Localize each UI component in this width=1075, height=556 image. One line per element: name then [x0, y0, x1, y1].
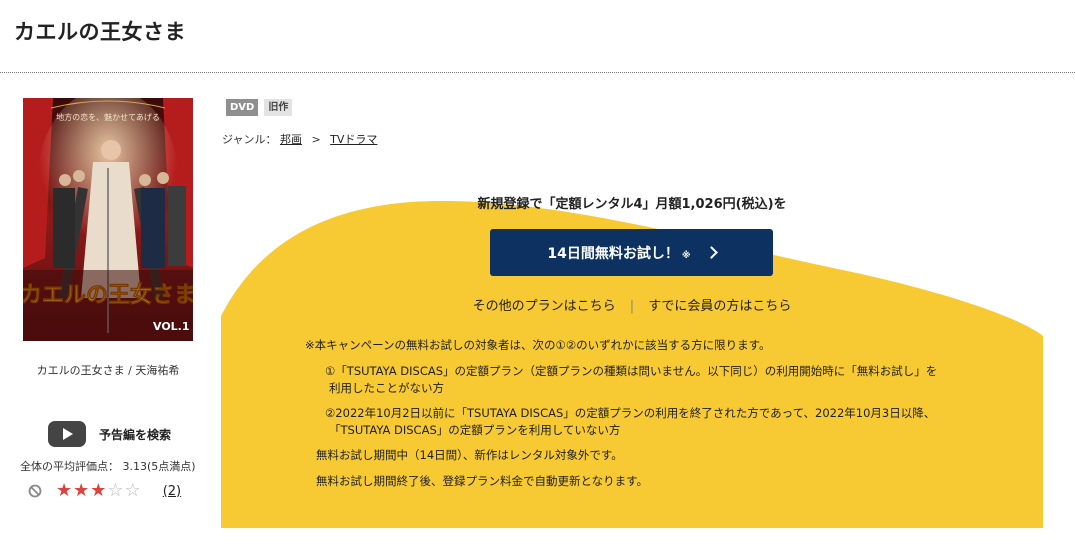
star-filled-icon: ★: [73, 480, 90, 501]
star-filled-icon: ★: [56, 480, 73, 501]
youtube-play-icon: [48, 421, 86, 447]
plan-links: その他のプランはこちら | すでに会員の方はこちら: [221, 295, 1043, 314]
note-item-2-line-2: 「TSUTAYA DISCAS」の定額プランを利用していない方: [329, 423, 621, 437]
note-item-2: ②2022年10月2日以前に「TSUTAYA DISCAS」の定額プランの利用を…: [305, 405, 965, 439]
star-rating[interactable]: ★ ★ ★ ☆ ☆: [56, 482, 141, 500]
free-trial-note: ※: [681, 250, 691, 261]
average-rating-text: 全体の平均評価点： 3.13(5点満点): [20, 460, 196, 473]
note-auto-renew: 無料お試し期間終了後、登録プラン料金で自動更新となります。: [316, 474, 649, 488]
genre-link-tvdrama[interactable]: TVドラマ: [330, 133, 377, 146]
cover-title-text: カエルの王女さま: [23, 282, 193, 308]
chevron-right-icon: [704, 246, 718, 259]
cover-tagline-text: 地方の恋を、魅かせてあげる: [56, 112, 160, 122]
trailer-label: 予告編を検索: [99, 427, 172, 442]
no-rating-icon[interactable]: [28, 484, 42, 498]
cover-vol-text: VOL.1: [153, 320, 190, 333]
format-badges: DVD 旧作: [226, 99, 293, 116]
old-release-badge: 旧作: [264, 99, 293, 116]
existing-member-link[interactable]: すでに会員の方はこちら: [648, 299, 791, 314]
star-empty-icon: ☆: [124, 480, 141, 501]
campaign-notes: ※本キャンペーンの無料お試しの対象者は、次の①②のいずれかに該当する方に限ります…: [305, 337, 965, 499]
breadcrumb-separator: >: [311, 133, 321, 146]
campaign-headline: 新規登録で「定額レンタル4」月額1,026円(税込)を: [477, 197, 787, 212]
title-divider: [0, 72, 1075, 73]
notes-heading: ※本キャンペーンの無料お試しの対象者は、次の①②のいずれかに該当する方に限ります…: [305, 338, 771, 352]
page-title: カエルの王女さま: [14, 20, 186, 44]
dvd-cover-image[interactable]: カエルの王女さま VOL.1 地方の恋を、魅かせてあげる: [23, 98, 193, 341]
other-plans-link[interactable]: その他のプランはこちら: [473, 299, 616, 314]
note-item-1-line-1: ①「TSUTAYA DISCAS」の定額プラン（定額プランの種類は問いません。以…: [325, 364, 938, 378]
genre-breadcrumb: ジャンル： 邦画 > TVドラマ: [222, 131, 377, 147]
trailer-search-button[interactable]: 予告編を検索: [48, 421, 171, 447]
free-trial-label: 14日間無料お試し！: [547, 245, 679, 262]
review-count-link[interactable]: (2): [163, 484, 181, 499]
note-trial-period: 無料お試し期間中（14日間）、新作はレンタル対象外です。: [316, 448, 623, 462]
note-item-1-line-2: 利用したことがない方: [329, 381, 444, 395]
genre-label: ジャンル：: [222, 133, 277, 146]
free-trial-button[interactable]: 14日間無料お試し！ ※: [490, 229, 773, 276]
genre-link-hougaku[interactable]: 邦画: [280, 133, 302, 146]
links-divider: |: [629, 299, 635, 314]
star-filled-icon: ★: [90, 480, 107, 501]
star-empty-icon: ☆: [107, 480, 124, 501]
note-item-2-line-1: ②2022年10月2日以前に「TSUTAYA DISCAS」の定額プランの利用を…: [325, 406, 936, 420]
rating-row: ★ ★ ★ ☆ ☆ (2): [28, 482, 181, 500]
note-item-1: ①「TSUTAYA DISCAS」の定額プラン（定額プランの種類は問いません。以…: [305, 363, 965, 397]
dvd-badge: DVD: [226, 99, 259, 116]
cover-caption: カエルの王女さま / 天海祐希: [36, 364, 180, 377]
